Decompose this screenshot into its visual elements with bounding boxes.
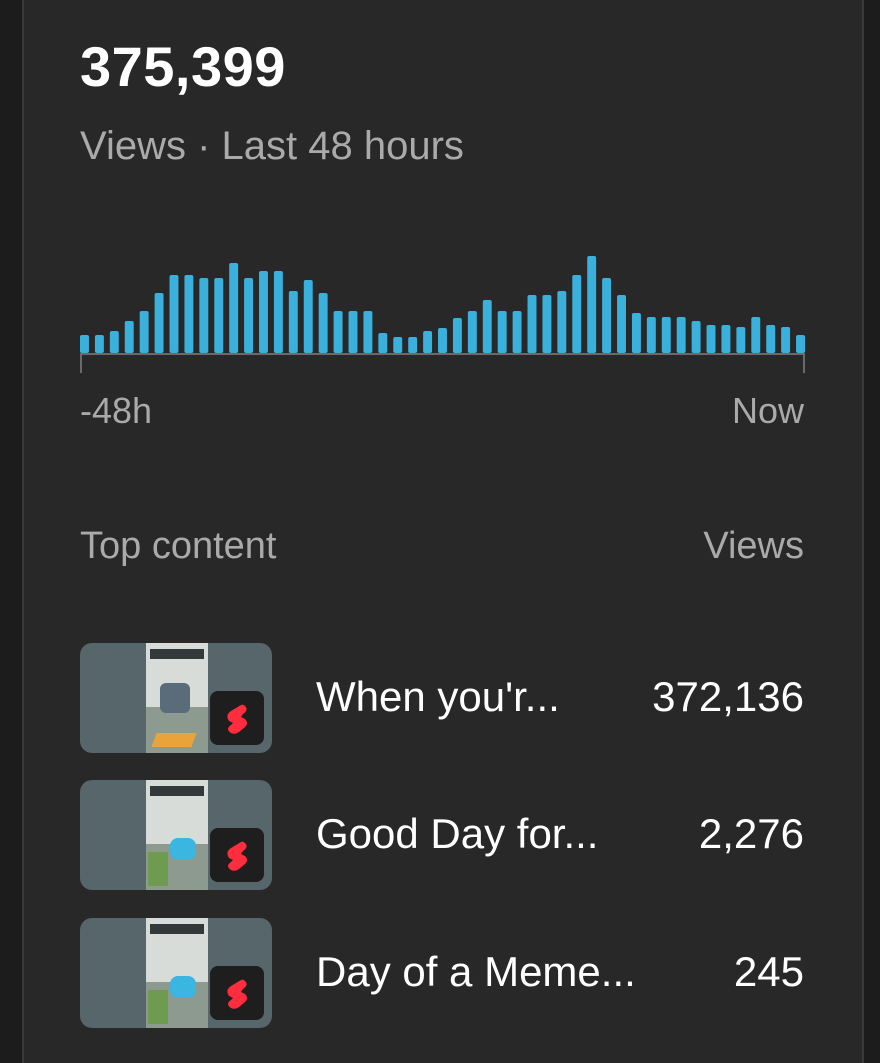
chart-bar <box>572 275 582 353</box>
thumbnail-image <box>146 918 208 1028</box>
chart-bar <box>288 291 298 353</box>
chart-bar <box>527 295 537 353</box>
video-title[interactable]: Good Day for... <box>316 810 598 858</box>
chart-bar <box>497 311 507 353</box>
chart-bar <box>452 318 462 353</box>
chart-bar <box>721 325 731 353</box>
chart-bar <box>602 278 612 353</box>
thumbnail-character <box>170 976 196 998</box>
chart-bar <box>661 317 671 353</box>
chart-bar <box>109 331 119 353</box>
chart-bar <box>154 293 164 353</box>
chart-bar <box>512 311 522 353</box>
content-row-2[interactable]: Good Day for... 2,276 <box>80 780 804 890</box>
chart-bar <box>676 317 686 353</box>
total-views-value: 375,399 <box>80 35 286 98</box>
chart-bar <box>378 333 388 353</box>
video-views: 372,136 <box>652 673 804 720</box>
views-period-label: Views · Last 48 hours <box>80 124 464 168</box>
chart-bar <box>482 300 492 353</box>
top-content-heading: Top content <box>80 525 277 567</box>
chart-bar <box>423 331 433 353</box>
thumbnail-character <box>170 838 196 860</box>
thumbnail-caption <box>150 649 204 659</box>
chart-bar <box>736 327 746 353</box>
chart-bar <box>169 275 179 353</box>
chart-bar <box>781 327 791 353</box>
video-views: 245 <box>733 948 804 995</box>
video-thumbnail[interactable] <box>80 918 272 1028</box>
chart-bar <box>617 295 626 353</box>
video-title[interactable]: Day of a Meme... <box>316 948 636 996</box>
chart-bar <box>691 321 701 353</box>
thumbnail-image <box>146 643 208 753</box>
chart-bar <box>631 313 641 353</box>
content-row-1[interactable]: When you'r... 372,136 <box>80 643 804 753</box>
thumbnail-plant <box>148 852 168 886</box>
video-title[interactable]: When you'r... <box>316 673 560 721</box>
shorts-badge <box>210 691 264 745</box>
video-thumbnail[interactable] <box>80 643 272 753</box>
chart-bar <box>214 278 224 353</box>
youtube-shorts-icon <box>227 979 247 1009</box>
shorts-badge <box>210 828 264 882</box>
views-bar-chart <box>80 256 805 373</box>
chart-bar <box>273 271 283 353</box>
youtube-shorts-icon <box>227 841 247 871</box>
chart-bar <box>393 337 403 353</box>
chart-bar <box>139 311 149 353</box>
views-column-heading: Views <box>703 525 804 567</box>
chart-bar <box>94 335 104 353</box>
video-thumbnail[interactable] <box>80 780 272 890</box>
chart-bar <box>587 256 597 353</box>
thumbnail-figure <box>160 683 190 713</box>
chart-bar <box>542 295 552 353</box>
shorts-badge <box>210 966 264 1020</box>
content-row-3[interactable]: Day of a Meme... 245 <box>80 918 804 1028</box>
chart-bar <box>303 280 313 353</box>
chart-bar <box>348 311 358 353</box>
chart-bar <box>646 317 656 353</box>
chart-start-label: -48h <box>80 390 153 431</box>
chart-bar <box>259 271 268 353</box>
chart-bar <box>80 335 89 353</box>
thumbnail-caption <box>150 786 204 796</box>
chart-bar <box>766 325 776 353</box>
chart-bar <box>184 275 194 353</box>
thumbnail-caption <box>150 924 204 934</box>
chart-bar <box>438 328 447 353</box>
chart-bar <box>124 321 134 353</box>
thumbnail-plant <box>148 990 168 1024</box>
chart-bar <box>408 337 418 353</box>
thumbnail-image <box>146 780 208 890</box>
chart-bar <box>557 291 567 353</box>
video-views: 2,276 <box>698 810 804 857</box>
chart-end-label: Now <box>731 390 804 431</box>
chart-bar <box>318 293 328 353</box>
chart-bar <box>467 311 477 353</box>
chart-bar <box>751 317 761 353</box>
chart-bar <box>199 278 209 353</box>
chart-bar <box>229 263 239 353</box>
youtube-shorts-icon <box>227 704 247 734</box>
chart-bar <box>333 311 343 353</box>
chart-bar <box>706 325 716 353</box>
chart-bar <box>796 335 805 353</box>
thumbnail-rug <box>151 733 197 747</box>
chart-bar <box>363 311 373 353</box>
chart-bar <box>244 278 254 353</box>
